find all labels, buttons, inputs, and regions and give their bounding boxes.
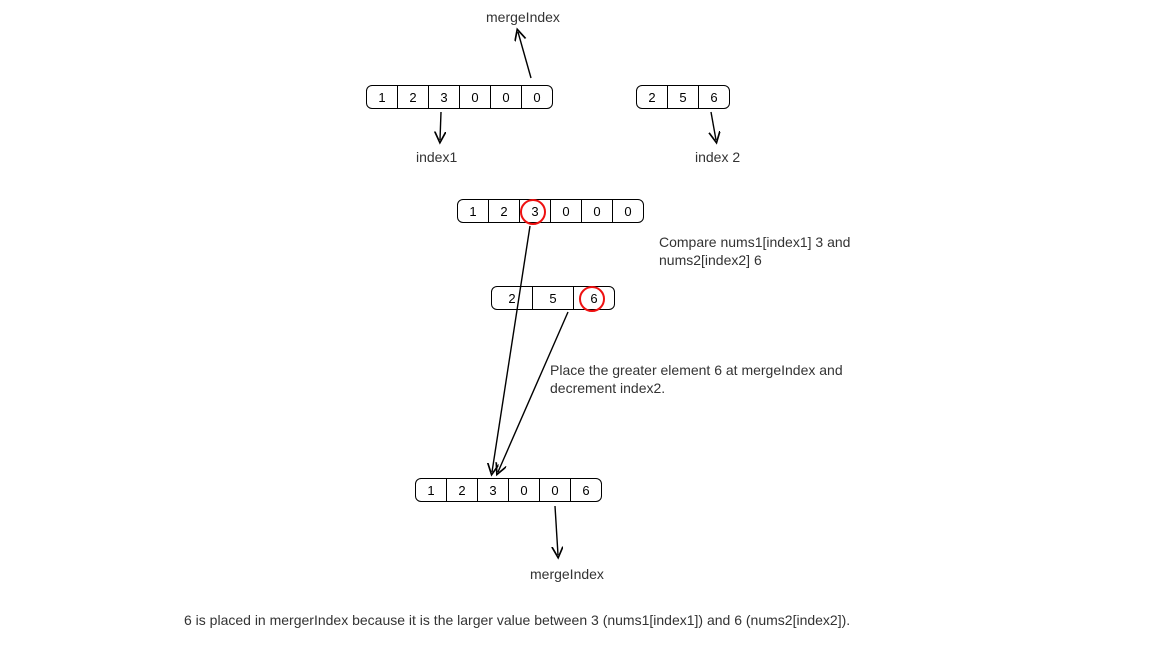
label-mergeindex-top: mergeIndex bbox=[486, 8, 560, 26]
array-cell: 1 bbox=[367, 86, 398, 108]
array-nums2-top: 256 bbox=[636, 85, 730, 109]
array-cell: 2 bbox=[489, 200, 520, 222]
array-cell: 6 bbox=[699, 86, 729, 108]
array-cell: 5 bbox=[533, 287, 574, 309]
array-cell: 2 bbox=[447, 479, 478, 501]
array-nums1-top: 123000 bbox=[366, 85, 553, 109]
arrow-index2 bbox=[711, 112, 716, 140]
array-nums1-mid: 123000 bbox=[457, 199, 644, 223]
array-cell: 0 bbox=[460, 86, 491, 108]
label-compare: Compare nums1[index1] 3 and nums2[index2… bbox=[659, 233, 919, 269]
caption: 6 is placed in mergerIndex because it is… bbox=[184, 612, 850, 628]
array-cell: 6 bbox=[571, 479, 601, 501]
array-cell: 0 bbox=[551, 200, 582, 222]
label-place: Place the greater element 6 at mergeInde… bbox=[550, 361, 890, 397]
arrows-overlay bbox=[0, 0, 1173, 653]
arrow-mid1-to-bottom bbox=[492, 226, 530, 472]
label-index1: index1 bbox=[416, 148, 457, 166]
array-cell: 2 bbox=[398, 86, 429, 108]
diagram-stage: mergeIndex 123000 256 index1 index 2 123… bbox=[0, 0, 1173, 653]
arrow-index1 bbox=[440, 112, 441, 140]
array-cell: 0 bbox=[522, 86, 552, 108]
array-cell: 1 bbox=[458, 200, 489, 222]
array-cell: 0 bbox=[582, 200, 613, 222]
array-cell: 0 bbox=[540, 479, 571, 501]
array-cell: 0 bbox=[509, 479, 540, 501]
label-mergeindex-bottom: mergeIndex bbox=[530, 565, 604, 583]
arrow-mergeindex-bottom bbox=[555, 506, 558, 555]
array-cell: 3 bbox=[429, 86, 460, 108]
arrow-mergeindex-top bbox=[518, 32, 531, 78]
array-cell: 3 bbox=[478, 479, 509, 501]
array-cell: 1 bbox=[416, 479, 447, 501]
array-cell: 0 bbox=[613, 200, 643, 222]
array-cell: 2 bbox=[637, 86, 668, 108]
array-cell: 2 bbox=[492, 287, 533, 309]
array-cell: 0 bbox=[491, 86, 522, 108]
label-index2: index 2 bbox=[695, 148, 740, 166]
array-nums1-bottom: 123006 bbox=[415, 478, 602, 502]
array-cell: 5 bbox=[668, 86, 699, 108]
array-cell: 3 bbox=[520, 200, 551, 222]
array-nums2-mid: 256 bbox=[491, 286, 615, 310]
array-cell: 6 bbox=[574, 287, 614, 309]
